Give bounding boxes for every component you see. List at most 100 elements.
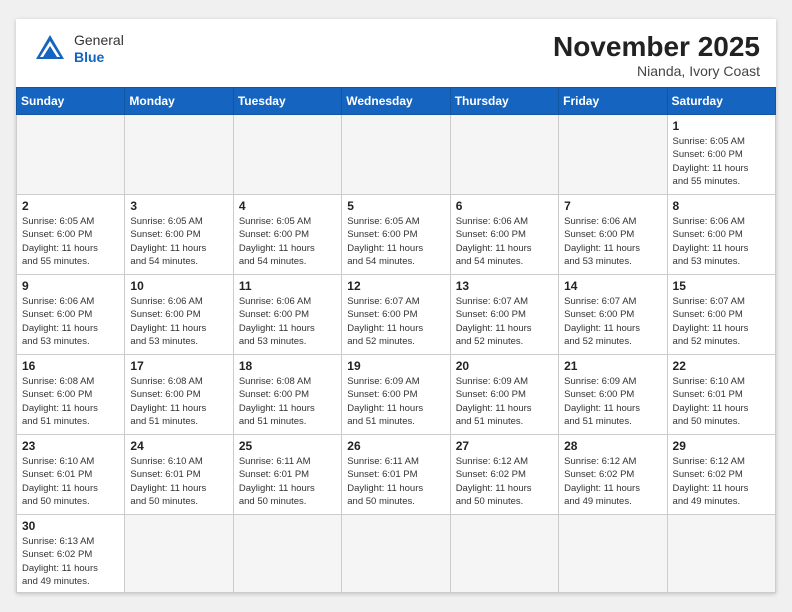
day-number: 14	[564, 279, 661, 293]
calendar-cell	[233, 514, 341, 592]
calendar-cell: 4 Sunrise: 6:05 AM Sunset: 6:00 PM Daylig…	[233, 194, 341, 274]
day-number: 22	[673, 359, 770, 373]
calendar-cell: 14 Sunrise: 6:07 AM Sunset: 6:00 PM Dayli…	[559, 274, 667, 354]
weekday-header-tuesday: Tuesday	[233, 87, 341, 114]
calendar-cell: 6 Sunrise: 6:06 AM Sunset: 6:00 PM Daylig…	[450, 194, 558, 274]
day-number: 10	[130, 279, 227, 293]
calendar-cell: 7 Sunrise: 6:06 AM Sunset: 6:00 PM Daylig…	[559, 194, 667, 274]
calendar-cell: 16 Sunrise: 6:08 AM Sunset: 6:00 PM Dayli…	[17, 354, 125, 434]
weekday-header-thursday: Thursday	[450, 87, 558, 114]
month-title: November 2025	[553, 31, 760, 63]
day-info: Sunrise: 6:06 AM Sunset: 6:00 PM Dayligh…	[22, 295, 119, 348]
calendar-cell: 25 Sunrise: 6:11 AM Sunset: 6:01 PM Dayli…	[233, 434, 341, 514]
day-number: 18	[239, 359, 336, 373]
logo-text: General Blue	[74, 32, 124, 66]
calendar-cell: 3Sunrise: 6:05 AM Sunset: 6:00 PM Daylig…	[125, 194, 233, 274]
calendar-cell: 19Sunrise: 6:09 AM Sunset: 6:00 PM Dayli…	[342, 354, 450, 434]
calendar-cell: 9Sunrise: 6:06 AM Sunset: 6:00 PM Daylig…	[17, 274, 125, 354]
day-number: 1	[673, 119, 770, 133]
location-title: Nianda, Ivory Coast	[553, 63, 760, 79]
day-info: Sunrise: 6:08 AM Sunset: 6:00 PM Dayligh…	[130, 375, 227, 428]
day-info: Sunrise: 6:07 AM Sunset: 6:00 PM Dayligh…	[673, 295, 770, 348]
day-number: 24	[130, 439, 227, 453]
day-info: Sunrise: 6:07 AM Sunset: 6:00 PM Dayligh…	[456, 295, 553, 348]
day-number: 15	[673, 279, 770, 293]
calendar-cell: 24Sunrise: 6:10 AM Sunset: 6:01 PM Dayli…	[125, 434, 233, 514]
day-number: 23	[22, 439, 119, 453]
day-number: 17	[130, 359, 227, 373]
day-info: Sunrise: 6:11 AM Sunset: 6:01 PM Dayligh…	[347, 455, 444, 508]
day-number: 2	[22, 199, 119, 213]
calendar-cell: 1 Sunrise: 6:05 AM Sunset: 6:00 PM Daylig…	[667, 114, 775, 194]
calendar-cell	[125, 114, 233, 194]
day-number: 13	[456, 279, 553, 293]
weekday-header-monday: Monday	[125, 87, 233, 114]
calendar-cell: 26Sunrise: 6:11 AM Sunset: 6:01 PM Dayli…	[342, 434, 450, 514]
calendar-cell	[342, 114, 450, 194]
calendar-cell: 20 Sunrise: 6:09 AM Sunset: 6:00 PM Dayli…	[450, 354, 558, 434]
calendar-cell	[450, 514, 558, 592]
day-number: 29	[673, 439, 770, 453]
day-info: Sunrise: 6:07 AM Sunset: 6:00 PM Dayligh…	[564, 295, 661, 348]
calendar-cell: 29 Sunrise: 6:12 AM Sunset: 6:02 PM Dayli…	[667, 434, 775, 514]
day-info: Sunrise: 6:12 AM Sunset: 6:02 PM Dayligh…	[673, 455, 770, 508]
day-number: 19	[347, 359, 444, 373]
day-info: Sunrise: 6:12 AM Sunset: 6:02 PM Dayligh…	[564, 455, 661, 508]
calendar-cell: 17 Sunrise: 6:08 AM Sunset: 6:00 PM Dayli…	[125, 354, 233, 434]
day-number: 16	[22, 359, 119, 373]
day-info: Sunrise: 6:06 AM Sunset: 6:00 PM Dayligh…	[564, 215, 661, 268]
calendar-cell: 13 Sunrise: 6:07 AM Sunset: 6:00 PM Dayli…	[450, 274, 558, 354]
day-number: 11	[239, 279, 336, 293]
calendar-container: General Blue November 2025 Nianda, Ivory…	[16, 19, 776, 593]
day-number: 7	[564, 199, 661, 213]
day-info: Sunrise: 6:05 AM Sunset: 6:00 PM Dayligh…	[239, 215, 336, 268]
day-info: Sunrise: 6:08 AM Sunset: 6:00 PM Dayligh…	[22, 375, 119, 428]
calendar-cell: 5 Sunrise: 6:05 AM Sunset: 6:00 PM Daylig…	[342, 194, 450, 274]
calendar-cell	[559, 114, 667, 194]
logo-general: General	[74, 32, 124, 48]
day-info: Sunrise: 6:05 AM Sunset: 6:00 PM Dayligh…	[347, 215, 444, 268]
weekday-header-wednesday: Wednesday	[342, 87, 450, 114]
day-number: 21	[564, 359, 661, 373]
week-row-2: 9Sunrise: 6:06 AM Sunset: 6:00 PM Daylig…	[17, 274, 776, 354]
calendar-cell	[667, 514, 775, 592]
day-info: Sunrise: 6:06 AM Sunset: 6:00 PM Dayligh…	[456, 215, 553, 268]
calendar-cell	[559, 514, 667, 592]
weekday-header-row: SundayMondayTuesdayWednesdayThursdayFrid…	[17, 87, 776, 114]
week-row-0: 1 Sunrise: 6:05 AM Sunset: 6:00 PM Daylig…	[17, 114, 776, 194]
calendar-cell	[125, 514, 233, 592]
calendar-cell: 10 Sunrise: 6:06 AM Sunset: 6:00 PM Dayli…	[125, 274, 233, 354]
day-number: 25	[239, 439, 336, 453]
day-info: Sunrise: 6:06 AM Sunset: 6:00 PM Dayligh…	[673, 215, 770, 268]
day-number: 3	[130, 199, 227, 213]
day-info: Sunrise: 6:11 AM Sunset: 6:01 PM Dayligh…	[239, 455, 336, 508]
calendar-cell: 15 Sunrise: 6:07 AM Sunset: 6:00 PM Dayli…	[667, 274, 775, 354]
day-info: Sunrise: 6:06 AM Sunset: 6:00 PM Dayligh…	[130, 295, 227, 348]
calendar-cell: 2Sunrise: 6:05 AM Sunset: 6:00 PM Daylig…	[17, 194, 125, 274]
day-info: Sunrise: 6:05 AM Sunset: 6:00 PM Dayligh…	[673, 135, 770, 188]
calendar-cell	[450, 114, 558, 194]
calendar-cell: 21 Sunrise: 6:09 AM Sunset: 6:00 PM Dayli…	[559, 354, 667, 434]
weekday-header-sunday: Sunday	[17, 87, 125, 114]
day-number: 27	[456, 439, 553, 453]
calendar-cell: 22Sunrise: 6:10 AM Sunset: 6:01 PM Dayli…	[667, 354, 775, 434]
day-info: Sunrise: 6:09 AM Sunset: 6:00 PM Dayligh…	[456, 375, 553, 428]
day-number: 5	[347, 199, 444, 213]
logo-blue: Blue	[74, 49, 104, 65]
calendar-cell	[233, 114, 341, 194]
day-info: Sunrise: 6:06 AM Sunset: 6:00 PM Dayligh…	[239, 295, 336, 348]
day-number: 12	[347, 279, 444, 293]
day-info: Sunrise: 6:08 AM Sunset: 6:00 PM Dayligh…	[239, 375, 336, 428]
calendar-grid: SundayMondayTuesdayWednesdayThursdayFrid…	[16, 87, 776, 593]
day-number: 4	[239, 199, 336, 213]
week-row-5: 30Sunrise: 6:13 AM Sunset: 6:02 PM Dayli…	[17, 514, 776, 592]
calendar-cell: 28Sunrise: 6:12 AM Sunset: 6:02 PM Dayli…	[559, 434, 667, 514]
calendar-cell: 8Sunrise: 6:06 AM Sunset: 6:00 PM Daylig…	[667, 194, 775, 274]
day-info: Sunrise: 6:09 AM Sunset: 6:00 PM Dayligh…	[564, 375, 661, 428]
day-number: 6	[456, 199, 553, 213]
week-row-4: 23Sunrise: 6:10 AM Sunset: 6:01 PM Dayli…	[17, 434, 776, 514]
logo-icon	[32, 31, 68, 67]
day-number: 20	[456, 359, 553, 373]
title-block: November 2025 Nianda, Ivory Coast	[553, 31, 760, 79]
calendar-cell: 27Sunrise: 6:12 AM Sunset: 6:02 PM Dayli…	[450, 434, 558, 514]
